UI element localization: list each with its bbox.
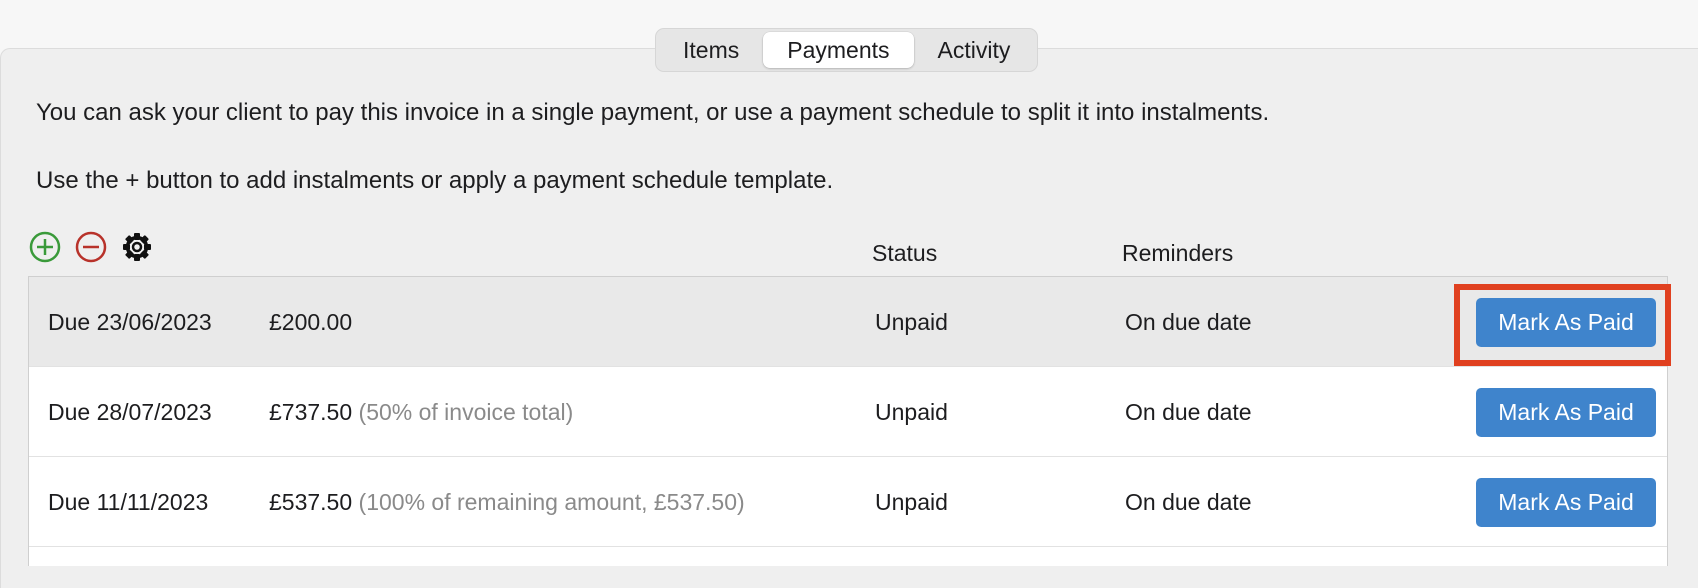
mark-as-paid-button[interactable]: Mark As Paid [1476,298,1656,347]
payment-amount-note: (100% of remaining amount, £537.50) [358,489,745,515]
minus-circle-icon[interactable] [74,230,108,264]
payment-reminder: On due date [1125,399,1252,425]
table-row[interactable]: Due 11/11/2023 £537.50 (100% of remainin… [29,457,1667,547]
payment-reminder: On due date [1125,309,1252,335]
description-line-2: Use the + button to add instalments or a… [36,167,834,194]
column-header-reminders: Reminders [1122,240,1234,266]
tab-items[interactable]: Items [659,32,763,68]
tab-activity[interactable]: Activity [914,32,1035,68]
payment-reminder: On due date [1125,489,1252,515]
mark-as-paid-button[interactable]: Mark As Paid [1476,478,1656,527]
payment-amount: £200.00 [269,309,353,335]
payment-amount: £737.50 (50% of invoice total) [269,399,574,425]
payment-status: Unpaid [875,309,948,335]
gear-icon[interactable] [120,230,154,264]
payments-table: Due 23/06/2023 £200.00 Unpaid On due dat… [28,276,1668,566]
tab-payments[interactable]: Payments [763,32,914,68]
plus-circle-icon[interactable] [28,230,62,264]
payment-amount: £537.50 (100% of remaining amount, £537.… [269,489,745,515]
payment-status: Unpaid [875,399,948,425]
column-header-status: Status [872,240,938,266]
table-row[interactable]: Due 23/06/2023 £200.00 Unpaid On due dat… [29,277,1667,367]
table-row[interactable]: Due 28/07/2023 £737.50 (50% of invoice t… [29,367,1667,457]
payments-toolbar [28,230,154,264]
payment-amount-note: (50% of invoice total) [358,399,574,425]
description-line-1: You can ask your client to pay this invo… [36,99,1270,126]
due-date: Due 28/07/2023 [48,399,212,425]
mark-as-paid-button[interactable]: Mark As Paid [1476,388,1656,437]
payment-status: Unpaid [875,489,948,515]
due-date: Due 23/06/2023 [48,309,212,335]
tab-bar: Items Payments Activity [655,28,1039,72]
due-date: Due 11/11/2023 [48,489,209,515]
